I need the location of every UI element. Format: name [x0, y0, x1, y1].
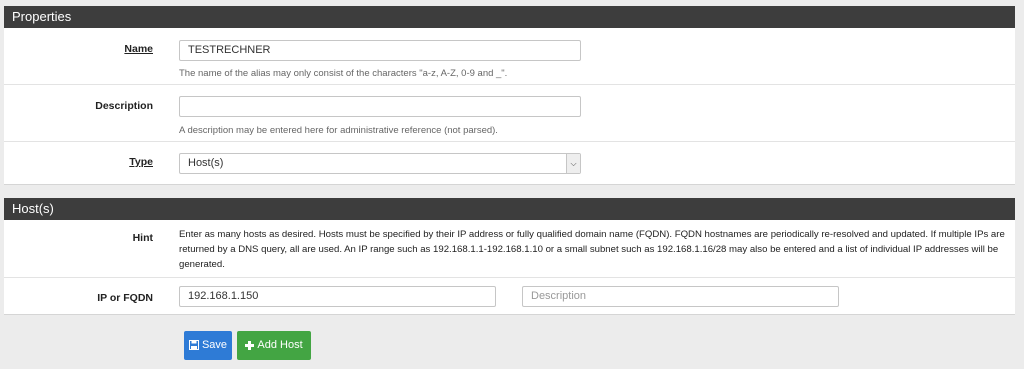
save-button-label: Save: [201, 339, 228, 351]
name-row: Name TESTRECHNER The name of the alias m…: [4, 28, 1015, 85]
description-label: Description: [95, 100, 153, 112]
name-help: The name of the alias may only consist o…: [179, 68, 508, 79]
ip-input-value: 192.168.1.150: [188, 290, 259, 302]
ip-label: IP or FQDN: [97, 292, 153, 304]
type-select[interactable]: Host(s) ⌵: [179, 153, 581, 174]
hint-label: Hint: [132, 232, 153, 244]
name-label: Name: [124, 43, 153, 55]
name-input-value: TESTRECHNER: [188, 44, 271, 56]
name-input[interactable]: TESTRECHNER: [179, 40, 581, 61]
hint-text: Enter as many hosts as desired. Hosts mu…: [179, 229, 1005, 270]
properties-header: Properties: [4, 6, 1015, 28]
ip-input[interactable]: 192.168.1.150: [179, 286, 496, 307]
hosts-header: Host(s): [4, 198, 1015, 220]
ip-row: IP or FQDN 192.168.1.150 Description: [4, 278, 1015, 315]
host-description-placeholder: Description: [531, 290, 587, 302]
hosts-panel: Host(s) Hint Enter as many hosts as desi…: [4, 198, 1015, 315]
save-button[interactable]: Save: [184, 331, 232, 360]
description-input[interactable]: [179, 96, 581, 117]
host-description-input[interactable]: Description: [522, 286, 839, 307]
type-select-value: Host(s): [188, 157, 224, 169]
add-host-button[interactable]: Add Host: [237, 331, 311, 360]
save-icon: [188, 340, 199, 350]
description-row: Description A description may be entered…: [4, 85, 1015, 142]
type-row: Type Host(s) ⌵: [4, 142, 1015, 184]
type-label: Type: [129, 156, 153, 168]
chevron-down-icon: ⌵: [566, 154, 580, 173]
plus-icon: [245, 341, 255, 350]
properties-panel: Properties Name TESTRECHNER The name of …: [4, 6, 1015, 185]
hint-row: Hint Enter as many hosts as desired. Hos…: [4, 220, 1015, 278]
description-help: A description may be entered here for ad…: [179, 125, 498, 136]
add-host-button-label: Add Host: [257, 339, 303, 351]
